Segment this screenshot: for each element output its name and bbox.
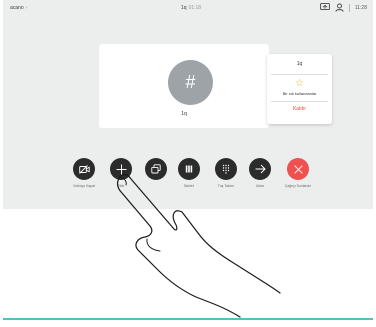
- pointing-hand-illustration: [116, 173, 281, 318]
- bottom-divider-line: [3, 318, 373, 320]
